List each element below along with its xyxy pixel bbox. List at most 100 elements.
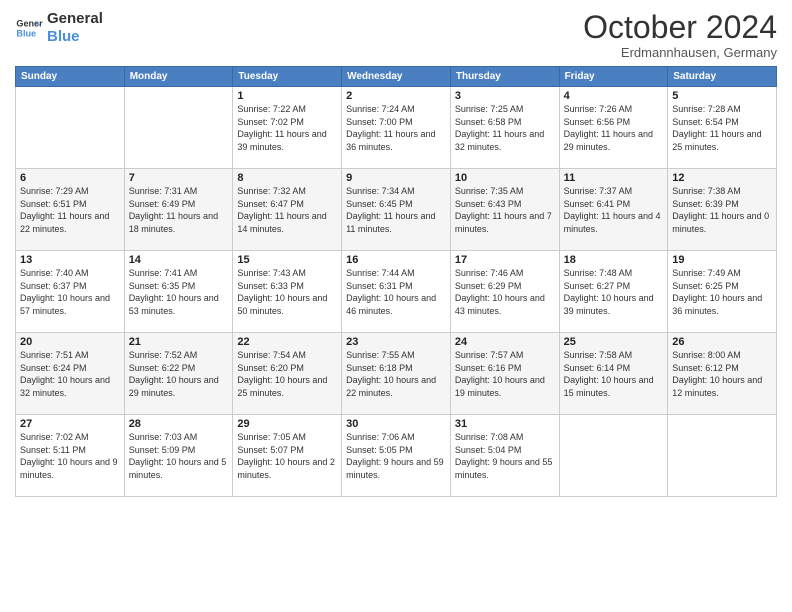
header: General Blue General Blue October 2024 E… [15, 10, 777, 60]
day-info: Sunrise: 7:05 AM Sunset: 5:07 PM Dayligh… [237, 431, 337, 481]
day-info: Sunrise: 7:58 AM Sunset: 6:14 PM Dayligh… [564, 349, 664, 399]
col-sunday: Sunday [16, 67, 125, 87]
day-info: Sunrise: 7:52 AM Sunset: 6:22 PM Dayligh… [129, 349, 229, 399]
calendar-cell: 4Sunrise: 7:26 AM Sunset: 6:56 PM Daylig… [559, 87, 668, 169]
day-number: 12 [672, 172, 772, 184]
day-info: Sunrise: 7:51 AM Sunset: 6:24 PM Dayligh… [20, 349, 120, 399]
calendar-week-3: 13Sunrise: 7:40 AM Sunset: 6:37 PM Dayli… [16, 251, 777, 333]
calendar-cell: 26Sunrise: 8:00 AM Sunset: 6:12 PM Dayli… [668, 333, 777, 415]
day-number: 19 [672, 254, 772, 266]
svg-text:Blue: Blue [16, 28, 36, 38]
title-block: October 2024 Erdmannhausen, Germany [583, 10, 777, 60]
day-number: 6 [20, 172, 120, 184]
logo-icon: General Blue [15, 14, 43, 42]
day-number: 28 [129, 418, 229, 430]
logo-blue: Blue [47, 28, 103, 46]
day-info: Sunrise: 7:43 AM Sunset: 6:33 PM Dayligh… [237, 267, 337, 317]
calendar-cell: 28Sunrise: 7:03 AM Sunset: 5:09 PM Dayli… [124, 415, 233, 497]
calendar-week-1: 1Sunrise: 7:22 AM Sunset: 7:02 PM Daylig… [16, 87, 777, 169]
day-info: Sunrise: 7:38 AM Sunset: 6:39 PM Dayligh… [672, 185, 772, 235]
calendar-cell: 17Sunrise: 7:46 AM Sunset: 6:29 PM Dayli… [450, 251, 559, 333]
day-number: 21 [129, 336, 229, 348]
logo: General Blue General Blue [15, 10, 103, 46]
col-thursday: Thursday [450, 67, 559, 87]
calendar-cell: 9Sunrise: 7:34 AM Sunset: 6:45 PM Daylig… [342, 169, 451, 251]
calendar-cell: 5Sunrise: 7:28 AM Sunset: 6:54 PM Daylig… [668, 87, 777, 169]
day-number: 5 [672, 90, 772, 102]
calendar-cell: 18Sunrise: 7:48 AM Sunset: 6:27 PM Dayli… [559, 251, 668, 333]
calendar-cell: 22Sunrise: 7:54 AM Sunset: 6:20 PM Dayli… [233, 333, 342, 415]
day-info: Sunrise: 7:24 AM Sunset: 7:00 PM Dayligh… [346, 103, 446, 153]
day-info: Sunrise: 8:00 AM Sunset: 6:12 PM Dayligh… [672, 349, 772, 399]
calendar-header-row: Sunday Monday Tuesday Wednesday Thursday… [16, 67, 777, 87]
day-info: Sunrise: 7:48 AM Sunset: 6:27 PM Dayligh… [564, 267, 664, 317]
day-number: 24 [455, 336, 555, 348]
calendar-cell: 15Sunrise: 7:43 AM Sunset: 6:33 PM Dayli… [233, 251, 342, 333]
calendar-cell: 12Sunrise: 7:38 AM Sunset: 6:39 PM Dayli… [668, 169, 777, 251]
day-number: 10 [455, 172, 555, 184]
day-info: Sunrise: 7:41 AM Sunset: 6:35 PM Dayligh… [129, 267, 229, 317]
day-number: 23 [346, 336, 446, 348]
day-info: Sunrise: 7:08 AM Sunset: 5:04 PM Dayligh… [455, 431, 555, 481]
day-number: 26 [672, 336, 772, 348]
calendar-cell [668, 415, 777, 497]
calendar-cell: 14Sunrise: 7:41 AM Sunset: 6:35 PM Dayli… [124, 251, 233, 333]
calendar-cell [16, 87, 125, 169]
day-info: Sunrise: 7:06 AM Sunset: 5:05 PM Dayligh… [346, 431, 446, 481]
calendar-cell: 31Sunrise: 7:08 AM Sunset: 5:04 PM Dayli… [450, 415, 559, 497]
calendar-cell [124, 87, 233, 169]
day-info: Sunrise: 7:32 AM Sunset: 6:47 PM Dayligh… [237, 185, 337, 235]
day-info: Sunrise: 7:46 AM Sunset: 6:29 PM Dayligh… [455, 267, 555, 317]
calendar-cell: 11Sunrise: 7:37 AM Sunset: 6:41 PM Dayli… [559, 169, 668, 251]
day-number: 7 [129, 172, 229, 184]
day-number: 2 [346, 90, 446, 102]
day-info: Sunrise: 7:49 AM Sunset: 6:25 PM Dayligh… [672, 267, 772, 317]
col-friday: Friday [559, 67, 668, 87]
col-saturday: Saturday [668, 67, 777, 87]
day-number: 31 [455, 418, 555, 430]
day-number: 18 [564, 254, 664, 266]
day-number: 25 [564, 336, 664, 348]
day-info: Sunrise: 7:03 AM Sunset: 5:09 PM Dayligh… [129, 431, 229, 481]
col-wednesday: Wednesday [342, 67, 451, 87]
day-number: 11 [564, 172, 664, 184]
calendar-cell [559, 415, 668, 497]
day-info: Sunrise: 7:22 AM Sunset: 7:02 PM Dayligh… [237, 103, 337, 153]
day-number: 22 [237, 336, 337, 348]
day-info: Sunrise: 7:34 AM Sunset: 6:45 PM Dayligh… [346, 185, 446, 235]
calendar-week-5: 27Sunrise: 7:02 AM Sunset: 5:11 PM Dayli… [16, 415, 777, 497]
day-number: 8 [237, 172, 337, 184]
logo-general: General [47, 10, 103, 28]
day-number: 3 [455, 90, 555, 102]
day-number: 20 [20, 336, 120, 348]
day-info: Sunrise: 7:37 AM Sunset: 6:41 PM Dayligh… [564, 185, 664, 235]
day-number: 14 [129, 254, 229, 266]
day-number: 30 [346, 418, 446, 430]
day-info: Sunrise: 7:55 AM Sunset: 6:18 PM Dayligh… [346, 349, 446, 399]
calendar-cell: 21Sunrise: 7:52 AM Sunset: 6:22 PM Dayli… [124, 333, 233, 415]
day-info: Sunrise: 7:44 AM Sunset: 6:31 PM Dayligh… [346, 267, 446, 317]
day-info: Sunrise: 7:31 AM Sunset: 6:49 PM Dayligh… [129, 185, 229, 235]
day-info: Sunrise: 7:28 AM Sunset: 6:54 PM Dayligh… [672, 103, 772, 153]
day-number: 1 [237, 90, 337, 102]
day-number: 13 [20, 254, 120, 266]
day-info: Sunrise: 7:25 AM Sunset: 6:58 PM Dayligh… [455, 103, 555, 153]
day-number: 9 [346, 172, 446, 184]
calendar-cell: 25Sunrise: 7:58 AM Sunset: 6:14 PM Dayli… [559, 333, 668, 415]
calendar-cell: 20Sunrise: 7:51 AM Sunset: 6:24 PM Dayli… [16, 333, 125, 415]
calendar-cell: 2Sunrise: 7:24 AM Sunset: 7:00 PM Daylig… [342, 87, 451, 169]
calendar-cell: 10Sunrise: 7:35 AM Sunset: 6:43 PM Dayli… [450, 169, 559, 251]
day-info: Sunrise: 7:29 AM Sunset: 6:51 PM Dayligh… [20, 185, 120, 235]
calendar-cell: 29Sunrise: 7:05 AM Sunset: 5:07 PM Dayli… [233, 415, 342, 497]
day-info: Sunrise: 7:57 AM Sunset: 6:16 PM Dayligh… [455, 349, 555, 399]
day-info: Sunrise: 7:54 AM Sunset: 6:20 PM Dayligh… [237, 349, 337, 399]
calendar-cell: 30Sunrise: 7:06 AM Sunset: 5:05 PM Dayli… [342, 415, 451, 497]
calendar-cell: 27Sunrise: 7:02 AM Sunset: 5:11 PM Dayli… [16, 415, 125, 497]
calendar-week-4: 20Sunrise: 7:51 AM Sunset: 6:24 PM Dayli… [16, 333, 777, 415]
calendar-week-2: 6Sunrise: 7:29 AM Sunset: 6:51 PM Daylig… [16, 169, 777, 251]
col-monday: Monday [124, 67, 233, 87]
calendar-cell: 16Sunrise: 7:44 AM Sunset: 6:31 PM Dayli… [342, 251, 451, 333]
svg-text:General: General [16, 19, 43, 29]
day-info: Sunrise: 7:35 AM Sunset: 6:43 PM Dayligh… [455, 185, 555, 235]
calendar-cell: 13Sunrise: 7:40 AM Sunset: 6:37 PM Dayli… [16, 251, 125, 333]
